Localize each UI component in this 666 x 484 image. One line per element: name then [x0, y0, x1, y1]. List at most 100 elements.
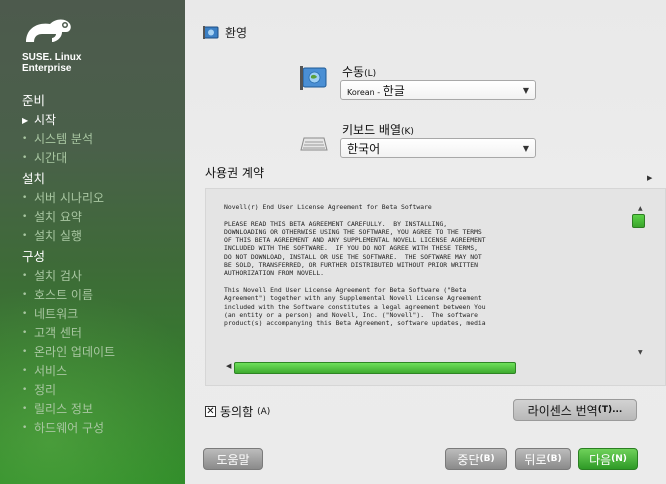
- suse-chameleon-logo: [22, 14, 74, 48]
- agree-mnemonic: (A): [257, 406, 271, 417]
- bullet-icon: •: [22, 309, 28, 319]
- nav-item-label: 시스템 분석: [34, 132, 94, 146]
- sidebar: SUSE. Linux Enterprise 준비 ▶ 시작 • 시스템 분석 • 시…: [0, 0, 185, 484]
- next-button[interactable]: 다음 (N): [578, 448, 638, 470]
- license-translations-label: 라이센스 번역: [527, 403, 598, 418]
- nav-item-release-notes: • 릴리스 정보: [22, 400, 185, 419]
- bullet-icon: •: [22, 328, 28, 338]
- language-combobox-value: Korean - 한글: [347, 82, 405, 99]
- abort-button-label: 중단: [457, 452, 480, 467]
- nav-item-hardware-config: • 하드웨어 구성: [22, 419, 185, 438]
- scroll-down-arrow-icon[interactable]: ▼: [638, 349, 643, 356]
- nav-item-perform-install: • 설치 실행: [22, 227, 185, 246]
- nav-item-label: 호스트 이름: [34, 288, 94, 302]
- keyboard-label: 키보드 배열(K): [342, 121, 414, 138]
- language-label: 수동(L): [342, 63, 376, 80]
- nav-item-install-summary: • 설치 요약: [22, 208, 185, 227]
- bullet-icon: •: [22, 212, 28, 222]
- keyboard-mnemonic: (K): [401, 127, 414, 137]
- nav-item-label: 설치 실행: [34, 229, 82, 243]
- language-value-prefix: Korean -: [347, 87, 383, 97]
- language-mnemonic: (L): [364, 69, 377, 79]
- keyboard-combobox[interactable]: 한국어 ▼: [340, 138, 536, 158]
- agree-checkbox[interactable]: ✕: [205, 406, 216, 417]
- bullet-icon: •: [22, 347, 28, 357]
- nav-section-configure: 구성: [22, 249, 46, 264]
- welcome-flag-icon: [203, 26, 219, 39]
- page-title: 환영: [225, 26, 248, 40]
- bullet-icon: •: [22, 423, 28, 433]
- back-mnemonic: (B): [546, 454, 562, 464]
- bullet-icon: •: [22, 193, 28, 203]
- main-panel: 환영 수동(L) Korean - 한글 ▼ 키보드 배열(K) 한국어 ▼ 사…: [185, 0, 666, 484]
- next-button-label: 다음: [589, 452, 612, 467]
- horizontal-scrollbar[interactable]: ◀: [226, 362, 630, 374]
- brand-text: SUSE. Linux Enterprise: [22, 52, 81, 74]
- next-mnemonic: (N): [611, 454, 627, 464]
- nav-item-label: 정리: [34, 383, 57, 397]
- nav-item-services: • 서비스: [22, 362, 185, 381]
- nav-item-server-scenario: • 서버 시나리오: [22, 189, 185, 208]
- language-flag-icon: [300, 66, 327, 90]
- nav-item-label: 설치 요약: [34, 210, 82, 224]
- nav-item-system-analysis: • 시스템 분석: [22, 130, 185, 149]
- nav-item-label: 시작: [34, 113, 57, 127]
- language-value-main: 한글: [382, 83, 405, 98]
- help-button-label: 도움말: [216, 452, 250, 467]
- bullet-icon: •: [22, 366, 28, 376]
- keyboard-label-text: 키보드 배열: [342, 123, 402, 137]
- bullet-icon: •: [22, 290, 28, 300]
- steps-nav: 준비 ▶ 시작 • 시스템 분석 • 시간대 설치 • 서버 시나리오 • 설치 요약 •…: [22, 90, 185, 438]
- brand-line-2: Enterprise: [22, 63, 72, 74]
- back-button-label: 뒤로: [524, 452, 547, 467]
- chevron-down-icon: ▼: [522, 85, 529, 95]
- nav-item-cleanup: • 정리: [22, 381, 185, 400]
- language-combobox[interactable]: Korean - 한글 ▼: [340, 80, 536, 100]
- nav-item-hostname: • 호스트 이름: [22, 286, 185, 305]
- bullet-icon: •: [22, 231, 28, 241]
- license-translations-mnemonic: (T)...: [597, 405, 623, 415]
- agree-checkbox-row[interactable]: ✕ 동의함 (A): [205, 403, 270, 420]
- keyboard-combobox-value: 한국어: [347, 141, 381, 156]
- bullet-icon: •: [22, 134, 28, 144]
- nav-item-label: 고객 센터: [34, 326, 82, 340]
- nav-item-customer-center: • 고객 센터: [22, 324, 185, 343]
- nav-section-install: 설치: [22, 171, 46, 186]
- scroll-right-arrow-icon[interactable]: ▶: [647, 174, 652, 182]
- nav-item-label: 서비스: [34, 364, 68, 378]
- help-button[interactable]: 도움말: [203, 448, 263, 470]
- nav-item-timezone: • 시간대: [22, 149, 185, 168]
- nav-item-label: 서버 시나리오: [34, 191, 105, 205]
- bullet-icon: •: [22, 271, 28, 281]
- nav-item-label: 시간대: [34, 151, 68, 165]
- nav-item-network: • 네트워크: [22, 305, 185, 324]
- scroll-up-arrow-icon[interactable]: ▲: [638, 205, 643, 212]
- current-step-arrow-icon: ▶: [22, 116, 29, 125]
- vertical-scrollbar-thumb[interactable]: [632, 214, 645, 228]
- back-button[interactable]: 뒤로 (B): [515, 448, 571, 470]
- scroll-left-arrow-icon[interactable]: ◀: [226, 362, 231, 370]
- bullet-icon: •: [22, 153, 28, 163]
- abort-button[interactable]: 중단 (B): [445, 448, 507, 470]
- nav-item-install-check: • 설치 검사: [22, 267, 185, 286]
- nav-item-online-update: • 온라인 업데이트: [22, 343, 185, 362]
- installer-window: SUSE. Linux Enterprise 준비 ▶ 시작 • 시스템 분석 • 시…: [0, 0, 666, 484]
- nav-item-label: 온라인 업데이트: [34, 345, 116, 359]
- keyboard-icon: [300, 137, 328, 151]
- nav-section-prepare: 준비: [22, 93, 46, 108]
- nav-item-label: 설치 검사: [34, 269, 82, 283]
- license-text: Novell(r) End User License Agreement for…: [224, 203, 486, 328]
- license-heading: 사용권 계약: [205, 166, 265, 180]
- nav-item-label: 하드웨어 구성: [34, 421, 105, 435]
- nav-item-label: 네트워크: [34, 307, 79, 321]
- license-text-area[interactable]: Novell(r) End User License Agreement for…: [205, 188, 666, 386]
- page-header: 환영: [203, 24, 247, 41]
- nav-item-label: 릴리스 정보: [34, 402, 94, 416]
- abort-mnemonic: (B): [479, 454, 495, 464]
- language-label-text: 수동: [342, 65, 365, 79]
- agree-label: 동의함: [220, 405, 254, 419]
- nav-item-start: ▶ 시작: [22, 111, 185, 130]
- license-translations-button[interactable]: 라이센스 번역 (T)...: [513, 399, 637, 421]
- horizontal-scrollbar-thumb[interactable]: [234, 362, 516, 374]
- brand-line-1: SUSE. Linux: [22, 52, 82, 63]
